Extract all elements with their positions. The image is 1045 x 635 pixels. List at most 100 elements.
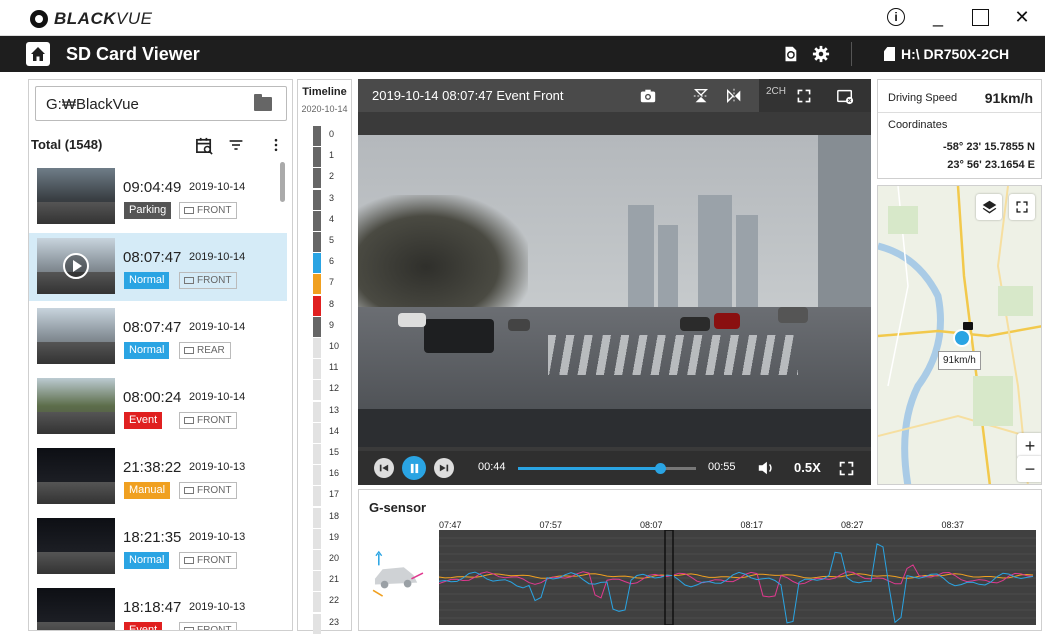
video-thumbnail[interactable]	[37, 378, 115, 434]
timeline-hour-label: 5	[329, 235, 335, 245]
volume-button[interactable]	[756, 458, 776, 478]
timeline-hour[interactable]: 3	[313, 189, 353, 211]
video-car	[778, 307, 808, 323]
folder-path-text: G:₩BlackVue	[46, 96, 139, 113]
timeline-hour[interactable]: 15	[313, 444, 353, 465]
timeline-hour[interactable]: 0	[313, 126, 353, 147]
timeline-hour[interactable]: 13	[313, 401, 353, 423]
recording-type-badge: Event	[124, 622, 163, 630]
timeline-hour[interactable]: 10	[313, 338, 353, 359]
thumbnail-road	[37, 481, 115, 504]
zoom-out-button[interactable]: −	[1017, 456, 1041, 482]
fullscreen-channel-button[interactable]	[794, 86, 814, 106]
map-view[interactable]: 91km/h + −	[877, 185, 1042, 485]
folder-icon[interactable]	[254, 94, 272, 111]
file-list-item[interactable]: 18:21:35 2019-10-13 Normal FRONT	[29, 513, 287, 581]
playback-speed[interactable]: 0.5X	[794, 460, 821, 475]
timeline-hour[interactable]: 18	[313, 507, 353, 529]
play-icon[interactable]	[63, 253, 89, 279]
home-icon	[31, 47, 45, 61]
video-thumbnail[interactable]	[37, 588, 115, 630]
thumbnail-road	[37, 551, 115, 574]
minimize-button[interactable]: _	[927, 6, 949, 28]
fullscreen-button[interactable]	[836, 458, 856, 478]
timeline-hour[interactable]: 2	[313, 168, 353, 189]
vehicle-location-icon[interactable]	[953, 329, 971, 347]
close-channel-button[interactable]	[835, 86, 855, 106]
flip-vertical-icon	[693, 89, 709, 103]
timeline-hour[interactable]: 21	[313, 571, 353, 592]
more-options-button[interactable]	[265, 134, 287, 156]
timeline-hour[interactable]: 16	[313, 465, 353, 486]
video-thumbnail[interactable]	[37, 238, 115, 294]
timeline-hour[interactable]: 20	[313, 550, 353, 571]
file-time: 08:00:24	[123, 389, 182, 406]
map-layers-button[interactable]	[976, 194, 1002, 220]
close-button[interactable]: ✕	[1011, 6, 1033, 28]
folder-path-field[interactable]: G:₩BlackVue	[35, 86, 287, 121]
timeline-hour[interactable]: 8	[313, 295, 353, 317]
timeline-hour-bar	[313, 465, 321, 486]
seek-bar[interactable]	[518, 463, 696, 474]
file-list-item[interactable]: 08:07:47 2019-10-14 Normal FRONT	[29, 233, 287, 301]
video-thumbnail[interactable]	[37, 448, 115, 504]
timeline-hour[interactable]: 17	[313, 486, 353, 507]
file-list-item[interactable]: 18:18:47 2019-10-13 Event FRONT	[29, 583, 287, 630]
snapshot-button[interactable]	[638, 86, 658, 106]
file-list-item[interactable]: 08:00:24 2019-10-14 Event FRONT	[29, 373, 287, 441]
g-sensor-time-tick: 08:17	[740, 520, 764, 530]
latitude-value: -58° 23' 15.7855 N	[942, 141, 1035, 153]
map-fullscreen-button[interactable]	[1009, 194, 1035, 220]
timeline-hour[interactable]: 6	[313, 253, 353, 274]
close-window-icon	[837, 89, 854, 105]
file-list-scrollbar[interactable]	[280, 162, 285, 202]
filter-button[interactable]	[225, 134, 247, 156]
logo-text-vue: VUE	[116, 9, 153, 28]
file-list-item[interactable]: 09:04:49 2019-10-14 Parking FRONT	[29, 163, 287, 231]
seek-handle[interactable]	[655, 463, 667, 474]
flip-horizontal-button[interactable]	[724, 86, 744, 106]
camera-icon	[184, 417, 194, 424]
timeline-hour[interactable]: 19	[313, 528, 353, 550]
file-time: 08:07:47	[123, 249, 182, 266]
video-thumbnail[interactable]	[37, 308, 115, 364]
file-list-item[interactable]: 08:07:47 2019-10-14 Normal REAR	[29, 303, 287, 371]
video-dashboard	[358, 409, 871, 447]
timeline-hour-bar	[313, 507, 321, 528]
timeline-hour[interactable]: 12	[313, 380, 353, 401]
timeline-hour-bar	[313, 613, 321, 634]
home-button[interactable]	[26, 42, 50, 66]
timeline-hour[interactable]: 1	[313, 147, 353, 168]
camera-marker-icon	[963, 322, 973, 330]
timeline-hour[interactable]: 22	[313, 592, 353, 613]
timeline-hour[interactable]: 23	[313, 613, 353, 635]
calendar-search-button[interactable]	[193, 134, 215, 156]
previous-frame-button[interactable]	[374, 458, 394, 478]
info-button[interactable]: i	[885, 6, 907, 28]
playback-controls: 00:44 00:55 0.5X	[358, 451, 871, 485]
file-list-item[interactable]: 21:38:22 2019-10-13 Manual FRONT	[29, 443, 287, 511]
timeline-hour[interactable]: 5	[313, 232, 353, 253]
camera-tag: FRONT	[179, 552, 238, 569]
video-thumbnail[interactable]	[37, 168, 115, 224]
timeline-hour[interactable]: 11	[313, 359, 353, 380]
video-thumbnail[interactable]	[37, 518, 115, 574]
timeline-hour[interactable]: 9	[313, 316, 353, 338]
next-frame-button[interactable]	[434, 458, 454, 478]
video-building	[628, 205, 654, 315]
pause-button[interactable]	[402, 456, 426, 480]
maximize-button[interactable]	[969, 6, 991, 28]
timeline-hour[interactable]: 14	[313, 422, 353, 444]
settings-button[interactable]	[811, 44, 831, 64]
file-date: 2019-10-14	[189, 321, 246, 333]
sd-refresh-button[interactable]	[780, 44, 800, 64]
total-time: 00:55	[708, 461, 736, 473]
timeline-hour[interactable]: 4	[313, 210, 353, 232]
timeline-hour[interactable]: 7	[313, 274, 353, 295]
g-sensor-chart[interactable]	[438, 529, 1036, 626]
video-frame[interactable]	[358, 135, 871, 447]
timeline-hour-label: 22	[329, 595, 340, 606]
timeline-hour-label: 20	[329, 553, 340, 563]
timeline-hour-label: 8	[329, 298, 335, 309]
flip-vertical-button[interactable]	[691, 86, 711, 106]
